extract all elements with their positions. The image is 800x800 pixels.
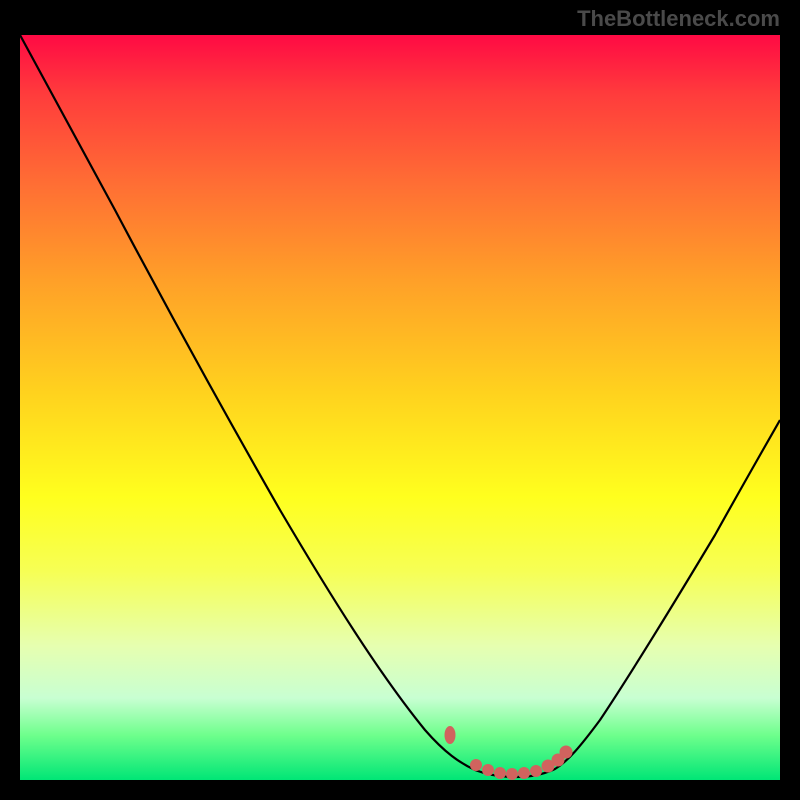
highlight-dot bbox=[494, 767, 506, 779]
main-curve-path bbox=[20, 35, 780, 777]
highlight-dot bbox=[518, 767, 530, 779]
highlight-dot bbox=[530, 765, 542, 777]
highlight-dot bbox=[470, 759, 482, 771]
chart-container: TheBottleneck.com bbox=[0, 0, 800, 800]
highlight-dot-group bbox=[445, 726, 573, 780]
chart-svg bbox=[20, 35, 780, 780]
highlight-dot bbox=[482, 764, 494, 776]
highlight-dot bbox=[445, 726, 456, 744]
highlight-dot bbox=[560, 746, 573, 759]
highlight-dot bbox=[506, 768, 518, 780]
watermark-text: TheBottleneck.com bbox=[577, 6, 780, 32]
